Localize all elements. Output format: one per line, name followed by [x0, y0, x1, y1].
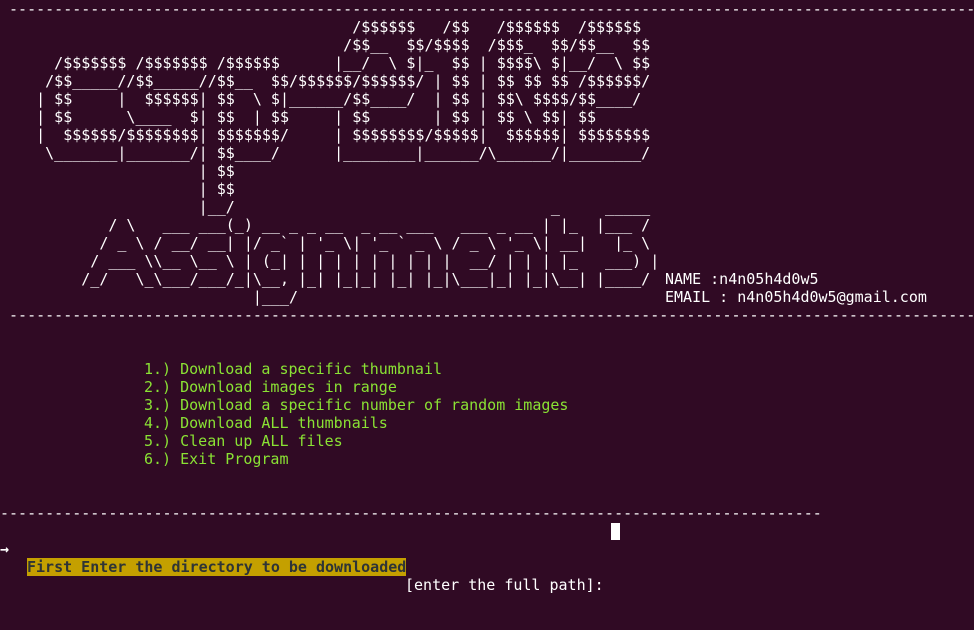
- menu-item-download-thumbnail: 1.) Download a specific thumbnail: [144, 360, 443, 378]
- separator-top: ----------------------------------------…: [0, 0, 974, 18]
- logo-line: | $$ \____ $| $$ | $$ | $$ | $$ | $$ \ $…: [0, 108, 597, 126]
- menu-item-download-all: 4.) Download ALL thumbnails: [144, 414, 388, 432]
- title-art-line: |___/: [0, 288, 299, 306]
- author-name: NAME :n4n05h4d0w5: [665, 270, 819, 288]
- logo-line: /$$_____//$$_____//$$__ $$/$$$$$$/$$$$$$…: [0, 72, 651, 90]
- title-art-line: /_/ \_\___/___/_|\__, |_| |_|_| |_| |_|\…: [0, 270, 651, 288]
- author-email: EMAIL : n4n05h4d0w5@gmail.com: [665, 288, 927, 306]
- logo-line: | $$: [0, 162, 235, 180]
- prompt-arrow-icon: →: [0, 540, 10, 558]
- logo-line: /$$$$$$ /$$ /$$$$$$ /$$$$$$: [0, 18, 642, 36]
- title-art-line: / ___ \\__ \__ \ | (_| | | | | | | | | |…: [0, 252, 660, 270]
- text-cursor[interactable]: [611, 523, 620, 540]
- logo-line: | $$ | $$$$$$| $$ \ $|______/$$____/ | $…: [0, 90, 642, 108]
- menu-item-clean-up: 5.) Clean up ALL files: [144, 432, 343, 450]
- logo-line: /$$__ $$/$$$$ /$$$_ $$/$$__ $$: [0, 36, 651, 54]
- terminal-window[interactable]: ----------------------------------------…: [0, 0, 974, 594]
- logo-line: |__/ _ _____: [0, 198, 651, 216]
- logo-line: | $$: [0, 180, 235, 198]
- title-art-line: / _ \ / __/ __| |/ _` | '_ \| '_ ` _ \ /…: [0, 234, 651, 252]
- separator-bottom: ----------------------------------------…: [0, 504, 822, 522]
- prompt-highlighted-label: First Enter the directory to be download…: [27, 558, 407, 576]
- menu-item-exit: 6.) Exit Program: [144, 450, 289, 468]
- menu-item-download-random: 3.) Download a specific number of random…: [144, 396, 569, 414]
- logo-line: /$$$$$$$ /$$$$$$$ /$$$$$$ |__/ \ $|_ $$ …: [0, 54, 651, 72]
- logo-line: \_______|_______/| $$____/ |________|___…: [0, 144, 651, 162]
- prompt-label: [enter the full path]:: [405, 576, 613, 594]
- input-prompt[interactable]: → First Enter the directory to be downlo…: [0, 522, 974, 594]
- logo-line: | $$$$$$/$$$$$$$$| $$$$$$$/ | $$$$$$$$/$…: [0, 126, 651, 144]
- separator-middle: ----------------------------------------…: [0, 306, 974, 324]
- menu-item-download-range: 2.) Download images in range: [144, 378, 397, 396]
- title-art-line: / \ ___ ___(_) __ _ _ __ _ __ ___ ___ _ …: [0, 216, 651, 234]
